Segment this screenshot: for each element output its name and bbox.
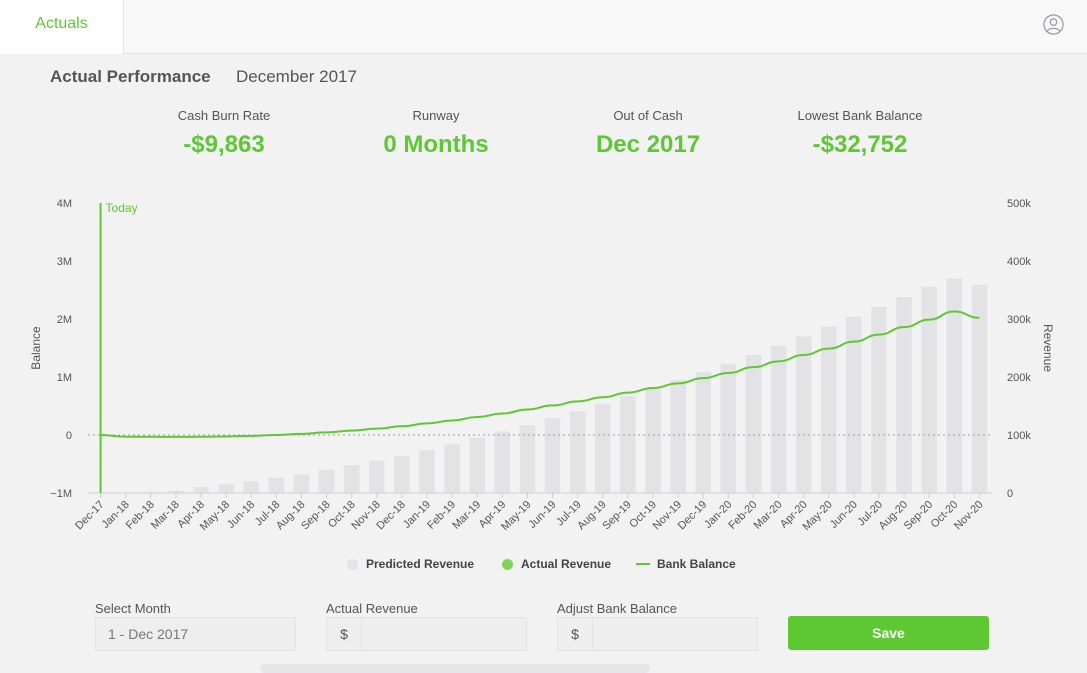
bar-predicted-revenue <box>419 450 435 493</box>
left-axis-title: Balance <box>29 326 43 370</box>
left-tick-label: 0 <box>66 430 72 442</box>
bar-predicted-revenue <box>594 403 611 493</box>
bar-predicted-revenue <box>745 354 762 493</box>
stat-value: -$9,863 <box>183 131 265 158</box>
bar-predicted-revenue <box>318 469 335 493</box>
stat-value: Dec 2017 <box>595 131 701 158</box>
user-circle-icon[interactable] <box>1043 14 1064 35</box>
stat-label: Out of Cash <box>613 108 683 123</box>
stat-runway: Runway 0 Months <box>336 108 536 159</box>
legend-actual-revenue[interactable]: Actual Revenue <box>502 557 611 571</box>
legend-label: Actual Revenue <box>521 557 612 571</box>
x-tick-label: Nov-20 <box>952 499 986 533</box>
bar-predicted-revenue <box>293 474 310 493</box>
bar-predicted-revenue <box>670 379 686 493</box>
page-subtitle: December 2017 <box>236 67 357 86</box>
bar-predicted-revenue <box>469 437 486 493</box>
x-tick-label: Dec-18 <box>374 499 408 533</box>
actual-revenue-input[interactable]: $ <box>326 617 527 651</box>
bar-predicted-revenue <box>444 444 460 493</box>
right-tick-label: 0 <box>1007 488 1013 500</box>
x-tick-label: Dec-17 <box>73 499 107 533</box>
bar-predicted-revenue <box>820 326 837 493</box>
bar-predicted-revenue <box>218 484 234 493</box>
right-axis-title: Revenue <box>1041 324 1055 372</box>
x-tick-label: Sep-20 <box>902 499 936 533</box>
legend-label: Predicted Revenue <box>366 557 475 571</box>
currency-prefix: $ <box>327 618 362 650</box>
currency-prefix: $ <box>558 618 593 650</box>
stat-label: Lowest Bank Balance <box>797 108 923 123</box>
bar-predicted-revenue <box>368 460 385 493</box>
bar-predicted-revenue <box>971 284 988 493</box>
left-tick-label: −1M <box>50 488 72 500</box>
left-tick-label: 1M <box>57 372 72 384</box>
legend-label: Bank Balance <box>657 557 736 571</box>
x-tick-label: Jun-20 <box>828 499 860 531</box>
bar-predicted-revenue <box>645 388 661 493</box>
stat-out-of-cash: Out of Cash Dec 2017 <box>548 108 748 159</box>
bar-predicted-revenue <box>494 431 511 493</box>
tab-actuals[interactable]: Actuals <box>0 0 124 54</box>
right-tick-label: 100k <box>1007 430 1031 442</box>
legend-line-icon <box>636 563 650 565</box>
stat-label: Runway <box>412 108 460 123</box>
bar-predicted-revenue <box>243 481 260 493</box>
x-tick-label: Mar-18 <box>149 499 182 532</box>
left-tick-label: 4M <box>57 198 72 210</box>
actual-revenue-label: Actual Revenue <box>326 601 418 616</box>
bar-predicted-revenue <box>268 477 285 493</box>
x-tick-label: Jun-18 <box>225 499 257 531</box>
x-tick-label: Sep-18 <box>299 499 333 533</box>
today-marker-label: Today <box>106 201 138 215</box>
stat-value: 0 Months <box>383 131 489 158</box>
bar-predicted-revenue <box>770 345 787 493</box>
stat-value: -$32,752 <box>812 131 908 158</box>
stat-lowest-bank-balance: Lowest Bank Balance -$32,752 <box>760 108 960 159</box>
page-title: Actual Performance <box>50 67 211 86</box>
bar-predicted-revenue <box>193 487 209 493</box>
x-tick-label: Jun-19 <box>526 499 558 531</box>
bar-predicted-revenue <box>695 371 712 493</box>
chart-legend: Predicted Revenue Actual Revenue Bank Ba… <box>0 557 1087 573</box>
bar-predicted-revenue <box>519 425 536 493</box>
bar-predicted-revenue <box>921 286 938 493</box>
top-bar: Actuals <box>0 0 1087 54</box>
right-tick-label: 500k <box>1007 198 1031 210</box>
bar-predicted-revenue <box>569 411 586 493</box>
legend-dot-icon <box>347 558 358 570</box>
bar-predicted-revenue <box>795 336 812 493</box>
bar-predicted-revenue <box>720 363 737 493</box>
legend-dot-icon <box>502 558 513 570</box>
bottom-shadow <box>260 664 650 673</box>
x-tick-label: Dec-19 <box>676 499 710 533</box>
bar-predicted-revenue <box>343 465 360 493</box>
select-month-value: 1 - Dec 2017 <box>108 626 189 642</box>
left-tick-label: 3M <box>57 256 72 268</box>
left-tick-label: 2M <box>57 314 72 326</box>
right-tick-label: 200k <box>1007 372 1031 384</box>
bar-predicted-revenue <box>544 418 561 493</box>
bar-predicted-revenue <box>394 455 410 493</box>
x-tick-label: Mar-19 <box>450 499 483 532</box>
legend-bank-balance[interactable]: Bank Balance <box>636 557 736 571</box>
adjust-bank-balance-label: Adjust Bank Balance <box>557 601 677 616</box>
bar-predicted-revenue <box>620 396 636 493</box>
select-month-field[interactable]: 1 - Dec 2017 <box>95 617 296 651</box>
x-tick-label: Sep-19 <box>600 499 634 533</box>
right-tick-label: 300k <box>1007 314 1031 326</box>
select-month-label: Select Month <box>95 601 171 616</box>
legend-predicted-revenue[interactable]: Predicted Revenue <box>347 557 474 571</box>
stat-label: Cash Burn Rate <box>177 108 271 123</box>
performance-chart: Dec-17Jan-18Feb-18Mar-18Apr-18May-18Jun-… <box>29 198 1055 533</box>
save-button[interactable]: Save <box>788 616 989 650</box>
stat-cash-burn-rate: Cash Burn Rate -$9,863 <box>124 108 324 159</box>
right-tick-label: 400k <box>1007 256 1031 268</box>
adjust-bank-balance-input[interactable]: $ <box>557 617 758 651</box>
x-tick-label: Mar-20 <box>752 499 785 532</box>
